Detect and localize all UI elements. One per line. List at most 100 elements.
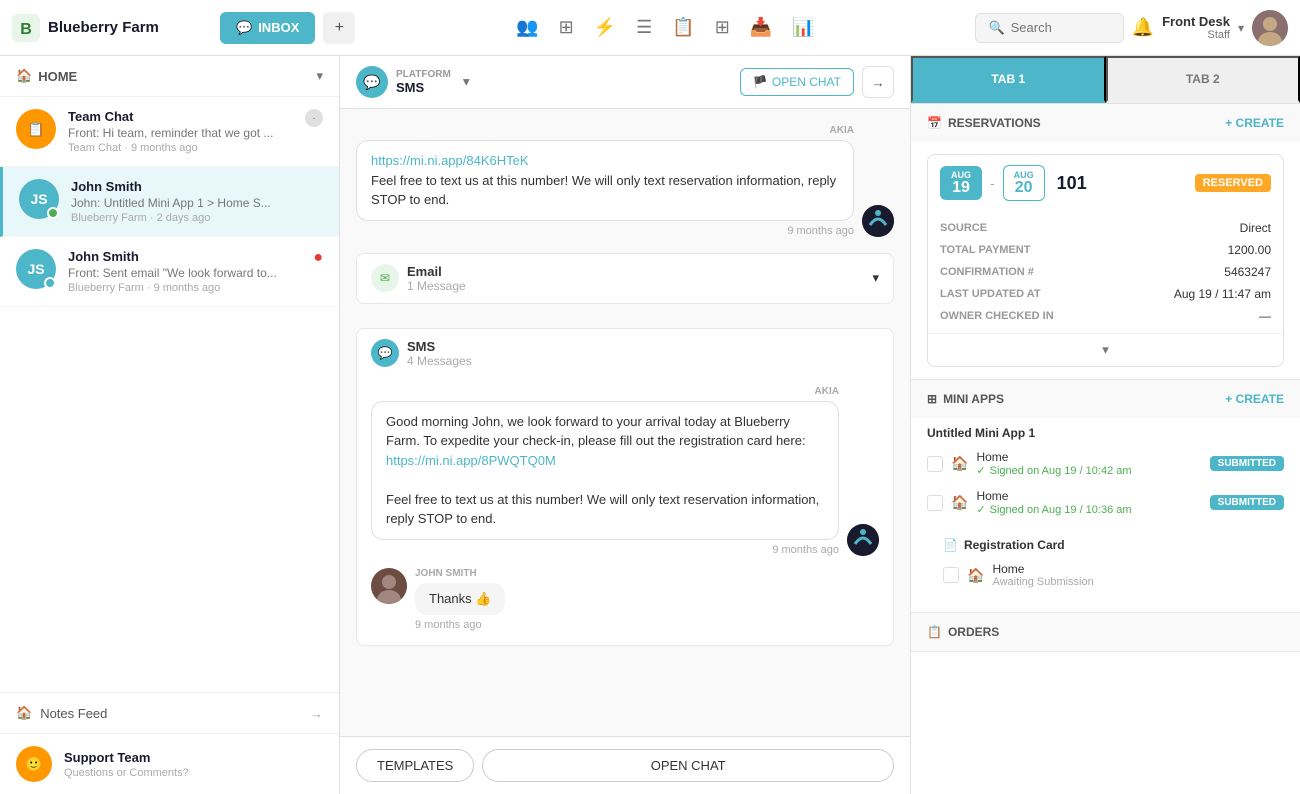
search-input[interactable] — [1011, 20, 1111, 35]
reg-card-info: Home Awaiting Submission — [992, 562, 1268, 588]
akia-label-1: AKIA — [830, 125, 854, 136]
reservation-details: SOURCE Direct TOTAL PAYMENT 1200.00 CONF… — [928, 211, 1283, 333]
conversation-item-john-smith-1[interactable]: JS John Smith John: Untitled Mini App 1 … — [0, 167, 339, 237]
notes-feed-label: 🏠 Notes Feed — [16, 705, 107, 721]
confirmation-row: CONFIRMATION # 5463247 — [940, 265, 1271, 279]
reservations-create-button[interactable]: + CREATE — [1225, 116, 1284, 130]
open-chat-button[interactable]: 🏴 OPEN CHAT — [740, 68, 854, 96]
user-info: RESERVATIONS Front Desk Staff — [1162, 14, 1230, 41]
conversation-item-team-chat[interactable]: 📋 Team Chat Front: Hi team, reminder tha… — [0, 97, 339, 167]
checkbox-1 — [927, 456, 943, 472]
sms-messages: AKIA Good morning John, we look forward … — [357, 378, 893, 645]
mini-apps-list: Untitled Mini App 1 🏠 Home ✓ Signed on A… — [911, 418, 1300, 612]
sidebar-home-label[interactable]: 🏠 HOME — [16, 68, 77, 84]
platform-label: PLATFORM — [396, 69, 451, 80]
notes-feed[interactable]: 🏠 Notes Feed → — [0, 692, 339, 733]
message-timestamp-2: 9 months ago — [772, 544, 839, 556]
user-role: Staff — [1162, 29, 1230, 41]
tab-2-button[interactable]: TAB 2 — [1106, 56, 1300, 103]
email-title: Email — [407, 264, 466, 279]
team-icon[interactable]: 👥 — [516, 17, 538, 38]
clipboard-icon[interactable]: 📋 — [672, 17, 694, 38]
tab-1-button[interactable]: TAB 1 — [911, 56, 1106, 103]
svg-text:B: B — [20, 21, 32, 38]
source-label: SOURCE — [940, 222, 987, 234]
open-chat-footer-button[interactable]: OPEN CHAT — [482, 749, 894, 782]
team-chat-avatar: 📋 — [16, 109, 56, 149]
message-post-link-2: Feel free to text us at this number! We … — [386, 492, 819, 527]
bot-avatar-2 — [847, 524, 879, 556]
sms-title: SMS — [407, 339, 472, 354]
user-avatar — [1252, 10, 1288, 46]
notes-feed-arrow-icon: → — [310, 706, 323, 721]
mini-app-home-2: 🏠 Home ✓ Signed on Aug 19 / 10:36 am SUB… — [927, 483, 1284, 522]
mini-app-signed-1: ✓ Signed on Aug 19 / 10:42 am — [976, 464, 1201, 477]
grid-icon[interactable]: ⊞ — [715, 17, 730, 38]
sms-section-header[interactable]: 💬 SMS 4 Messages — [357, 329, 893, 378]
reg-card-name: Home — [992, 562, 1268, 576]
list-icon[interactable]: ☰ — [636, 17, 652, 38]
flag-icon: 🏴 — [753, 75, 768, 89]
reservations-section: 📅 RESERVATIONS + CREATE AUG 19 - AUG 20 — [911, 104, 1300, 380]
reg-card-home: 🏠 Home Awaiting Submission — [943, 558, 1268, 592]
inbox-button[interactable]: 💬 INBOX — [220, 12, 315, 44]
john-smith-2-preview: Front: Sent email "We look forward to... — [68, 266, 301, 280]
mini-app-info-1: Home ✓ Signed on Aug 19 / 10:42 am — [976, 450, 1201, 477]
navigate-arrow-button[interactable]: → — [862, 66, 894, 98]
email-section: ✉ Email 1 Message ▾ — [356, 253, 894, 304]
source-row: SOURCE Direct — [940, 221, 1271, 235]
john-smith-1-meta: Blueberry Farm · 2 days ago — [71, 212, 323, 224]
owner-checked-value: — — [1259, 309, 1271, 323]
check-icon-1: ✓ — [976, 464, 985, 477]
bot-avatar-1 — [862, 205, 894, 237]
chart-icon[interactable]: 📊 — [792, 17, 814, 38]
message-link-1[interactable]: https://mi.ni.app/84K6HTeK — [371, 153, 529, 168]
lightning-icon[interactable]: ⚡ — [594, 17, 616, 38]
email-section-header[interactable]: ✉ Email 1 Message ▾ — [357, 254, 893, 303]
support-team-item[interactable]: 🙂 Support Team Questions or Comments? — [0, 733, 339, 794]
submitted-badge-1: SUBMITTED — [1210, 456, 1284, 471]
reg-card-status: Awaiting Submission — [992, 576, 1268, 588]
user-menu[interactable]: RESERVATIONS Front Desk Staff ▾ — [1162, 10, 1288, 46]
top-navigation: B Blueberry Farm 💬 INBOX + 👥 ⊞ ⚡ ☰ 📋 ⊞ 📥… — [0, 0, 1300, 56]
left-sidebar: 🏠 HOME ▾ 📋 Team Chat Front: Hi team, rem… — [0, 56, 340, 794]
support-team-name: Support Team — [64, 750, 189, 765]
templates-button[interactable]: TEMPLATES — [356, 749, 474, 782]
team-chat-badge: · — [305, 109, 323, 127]
apps-icon[interactable]: ⊞ — [559, 17, 574, 38]
user-name: Front Desk — [1162, 14, 1230, 29]
email-icon: ✉ — [371, 264, 399, 292]
incoming-message-content: JOHN SMITH Thanks 👍 9 months ago — [415, 568, 505, 631]
john-smith-2-meta: Blueberry Farm · 9 months ago — [68, 282, 301, 294]
new-item-button[interactable]: + — [323, 12, 355, 44]
reservations-title: 📅 RESERVATIONS — [927, 116, 1041, 130]
support-team-info: Support Team Questions or Comments? — [64, 750, 189, 779]
download-icon[interactable]: 📥 — [750, 17, 772, 38]
mini-apps-section: ⊞ MINI APPS + CREATE Untitled Mini App 1… — [911, 380, 1300, 613]
notification-bell-icon[interactable]: 🔔 — [1132, 17, 1154, 38]
search-bar[interactable]: 🔍 — [975, 13, 1123, 43]
owner-checked-label: OWNER CHECKED IN — [940, 310, 1054, 322]
incoming-sender-label: JOHN SMITH — [415, 568, 505, 579]
mini-apps-create-button[interactable]: + CREATE — [1225, 392, 1284, 406]
home-icon: 🏠 — [16, 68, 32, 84]
sms-section: 💬 SMS 4 Messages AKIA Good — [356, 328, 894, 646]
sms-icon: 💬 — [371, 339, 399, 367]
mini-app-info-2: Home ✓ Signed on Aug 19 / 10:36 am — [976, 489, 1201, 516]
john-smith-2-avatar: JS — [16, 249, 56, 289]
mini-apps-section-header: ⊞ MINI APPS + CREATE — [911, 380, 1300, 418]
outgoing-message-2: AKIA Good morning John, we look forward … — [371, 386, 879, 556]
john-smith-avatar — [371, 568, 407, 604]
platform-dropdown-button[interactable]: ▾ — [459, 70, 474, 94]
message-link-2[interactable]: https://mi.ni.app/8PWQTQ0M — [386, 453, 556, 468]
expand-button[interactable]: ▾ — [928, 333, 1283, 366]
untitled-mini-app: Untitled Mini App 1 🏠 Home ✓ Signed on A… — [927, 426, 1284, 522]
home-app-icon-1: 🏠 — [951, 455, 968, 472]
sms-count: 4 Messages — [407, 354, 472, 368]
search-icon: 🔍 — [988, 20, 1004, 36]
conversation-item-john-smith-2[interactable]: JS John Smith Front: Sent email "We look… — [0, 237, 339, 307]
akia-label-2: AKIA — [815, 386, 839, 397]
sidebar-dropdown-icon[interactable]: ▾ — [316, 68, 323, 84]
inbox-icon: 💬 — [236, 20, 252, 36]
logo-icon: B — [12, 14, 40, 42]
